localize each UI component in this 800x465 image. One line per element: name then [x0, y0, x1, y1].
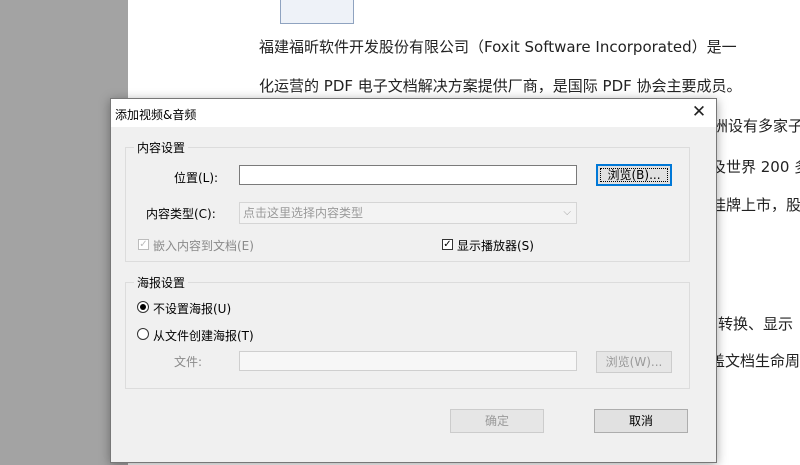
poster-settings-title: 海报设置 — [134, 274, 189, 291]
no-poster-label[interactable]: 不设置海报(U) — [153, 300, 231, 317]
document-text-line-1: 福建福昕软件开发股份有限公司（Foxit Software Incorporat… — [259, 38, 737, 56]
dialog-titlebar[interactable]: 添加视频&音频 ✕ — [111, 99, 716, 127]
document-text-fragment-3: 挂牌上市，股 — [711, 196, 800, 214]
cancel-button[interactable]: 取消 — [594, 409, 688, 433]
show-player-label[interactable]: 显示播放器(S) — [457, 237, 534, 254]
document-text-fragment-2: 及世界 200 多 — [711, 158, 800, 176]
dialog-title: 添加视频&音频 — [115, 108, 197, 122]
content-settings-group: 内容设置 位置(L): 浏览(B)... 内容类型(C): 点击这里选择内容类型… — [125, 139, 690, 262]
chevron-down-icon: ⌵ — [563, 207, 571, 218]
embed-content-checkbox[interactable]: ✓ — [138, 239, 149, 250]
embed-content-label: 嵌入内容到文档(E) — [153, 239, 254, 253]
poster-from-file-radio[interactable] — [137, 328, 149, 340]
poster-file-label: 文件: — [174, 355, 203, 369]
content-type-placeholder: 点击这里选择内容类型 — [243, 206, 364, 220]
document-image-placeholder — [280, 0, 354, 24]
content-type-label: 内容类型(C): — [146, 207, 216, 221]
poster-settings-group: 海报设置 不设置海报(U) 从文件创建海报(T) 文件: 浏览(W)... — [125, 274, 690, 389]
poster-from-file-label[interactable]: 从文件创建海报(T) — [153, 327, 254, 344]
poster-file-input[interactable] — [239, 351, 577, 371]
document-text-line-2: 化运营的 PDF 电子文档解决方案提供厂商，是国际 PDF 协会主要成员。 — [259, 77, 742, 95]
document-text-fragment-5: 盖文档生命周 — [710, 352, 800, 370]
document-text-fragment-1: 洲设有多家子 — [713, 117, 800, 135]
location-label: 位置(L): — [174, 171, 219, 185]
location-input[interactable] — [239, 165, 577, 185]
close-icon[interactable]: ✕ — [682, 99, 716, 127]
add-video-audio-dialog: 添加视频&音频 ✕ 内容设置 位置(L): 浏览(B)... 内容类型(C): … — [110, 98, 717, 463]
browse-poster-button[interactable]: 浏览(W)... — [596, 351, 672, 373]
browse-location-button[interactable]: 浏览(B)... — [596, 164, 672, 186]
no-poster-radio[interactable] — [137, 301, 149, 313]
document-text-fragment-4: 转换、显示 — [718, 315, 794, 333]
content-type-select[interactable]: 点击这里选择内容类型 ⌵ — [239, 202, 577, 224]
content-settings-title: 内容设置 — [134, 139, 189, 156]
show-player-checkbox[interactable]: ✓ — [442, 239, 453, 250]
ok-button[interactable]: 确定 — [450, 409, 544, 433]
